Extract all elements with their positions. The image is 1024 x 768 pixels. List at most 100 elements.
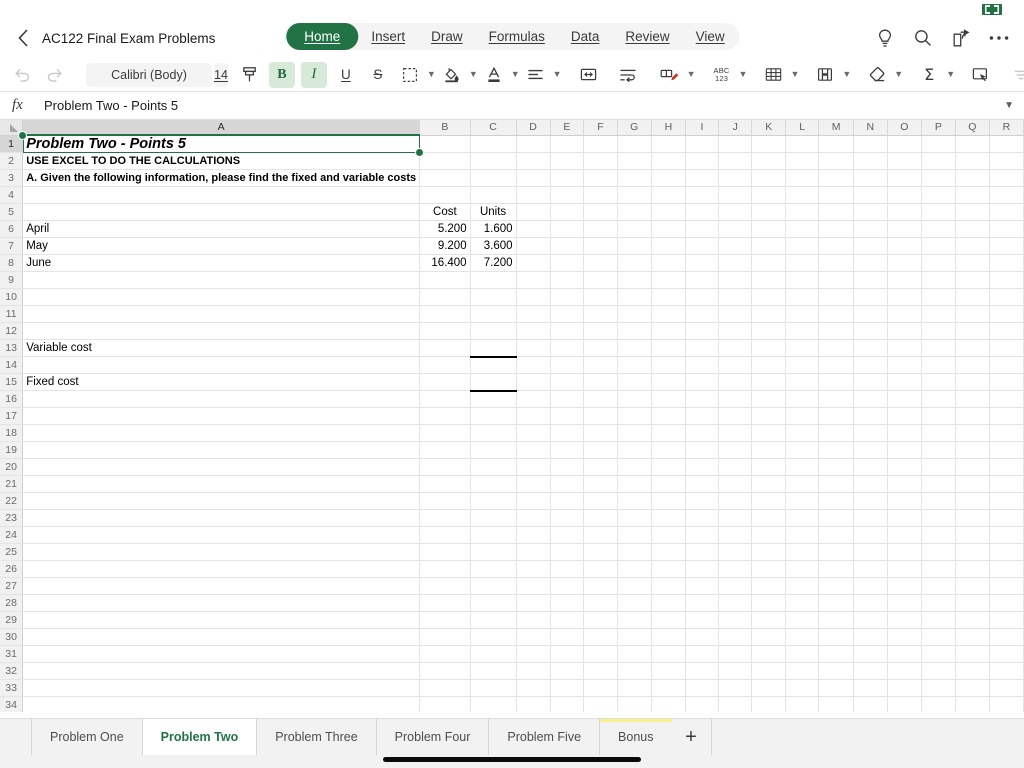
cell-C34[interactable]	[470, 696, 517, 712]
cell-A32[interactable]	[22, 662, 421, 680]
cell-A20[interactable]	[22, 458, 421, 476]
cell-P14[interactable]	[921, 356, 956, 374]
cell-M25[interactable]	[818, 543, 854, 561]
cell-D25[interactable]	[516, 543, 551, 561]
cell-P7[interactable]	[921, 237, 956, 255]
cell-O19[interactable]	[887, 441, 923, 459]
cell-J23[interactable]	[718, 509, 753, 527]
cell-G1[interactable]	[617, 135, 652, 153]
cell-B1[interactable]	[419, 135, 471, 153]
cell-K21[interactable]	[751, 475, 787, 493]
cell-R21[interactable]	[989, 475, 1024, 493]
cell-D20[interactable]	[516, 458, 551, 476]
cell-B15[interactable]	[419, 373, 471, 391]
cell-M7[interactable]	[818, 237, 854, 255]
insert-cells-icon[interactable]	[812, 62, 838, 88]
cell-P8[interactable]	[921, 254, 956, 272]
cell-Q11[interactable]	[955, 305, 990, 323]
cell-K15[interactable]	[751, 373, 787, 391]
cell-I7[interactable]	[685, 237, 720, 255]
cell-G22[interactable]	[617, 492, 652, 510]
cell-K4[interactable]	[751, 186, 787, 204]
cell-H3[interactable]	[651, 169, 686, 187]
cell-D14[interactable]	[516, 356, 551, 374]
cell-A28[interactable]	[22, 594, 421, 612]
column-header-m[interactable]: M	[818, 120, 854, 136]
cell-I18[interactable]	[685, 424, 720, 442]
cell-K25[interactable]	[751, 543, 787, 561]
cell-A16[interactable]	[22, 390, 421, 408]
cell-D8[interactable]	[516, 254, 551, 272]
format-painter-icon[interactable]	[237, 62, 263, 88]
cell-A7[interactable]: May	[22, 237, 421, 255]
cell-N15[interactable]	[853, 373, 888, 391]
cell-O8[interactable]	[887, 254, 923, 272]
cell-L19[interactable]	[785, 441, 820, 459]
row-header-24[interactable]: 24	[0, 526, 24, 544]
cell-E2[interactable]	[550, 152, 585, 170]
cell-N10[interactable]	[853, 288, 888, 306]
cell-L30[interactable]	[785, 628, 820, 646]
cell-K12[interactable]	[751, 322, 787, 340]
cell-R32[interactable]	[989, 662, 1024, 680]
cell-E32[interactable]	[550, 662, 585, 680]
cell-K29[interactable]	[751, 611, 787, 629]
font-size-field[interactable]: 14	[214, 62, 228, 87]
cell-R34[interactable]	[989, 696, 1024, 712]
cell-K18[interactable]	[751, 424, 787, 442]
sheet-tab-problem-one[interactable]: Problem One	[31, 719, 143, 755]
cell-R13[interactable]	[989, 339, 1024, 357]
cell-M17[interactable]	[818, 407, 854, 425]
cell-M32[interactable]	[818, 662, 854, 680]
cell-L6[interactable]	[785, 220, 820, 238]
cell-I32[interactable]	[685, 662, 720, 680]
cell-R16[interactable]	[989, 390, 1024, 408]
row-header-11[interactable]: 11	[0, 305, 24, 323]
cell-Q34[interactable]	[955, 696, 990, 712]
font-name-field[interactable]: Calibri (Body)	[86, 62, 212, 87]
row-header-33[interactable]: 33	[0, 679, 24, 697]
cell-K22[interactable]	[751, 492, 787, 510]
cell-E1[interactable]	[550, 135, 585, 153]
wrap-text-icon[interactable]	[615, 62, 641, 88]
cell-J5[interactable]	[718, 203, 753, 221]
cell-B19[interactable]	[419, 441, 471, 459]
cell-B29[interactable]	[419, 611, 471, 629]
cell-Q10[interactable]	[955, 288, 990, 306]
tab-draw[interactable]: Draw	[418, 23, 476, 50]
selection-handle-top[interactable]	[18, 130, 28, 140]
cell-G12[interactable]	[617, 322, 652, 340]
row-header-31[interactable]: 31	[0, 645, 24, 663]
cell-I9[interactable]	[685, 271, 720, 289]
cell-L2[interactable]	[785, 152, 820, 170]
cell-O27[interactable]	[887, 577, 923, 595]
cell-A13[interactable]: Variable cost	[22, 339, 421, 357]
cell-O2[interactable]	[887, 152, 923, 170]
cell-C18[interactable]	[470, 424, 517, 442]
cell-F31[interactable]	[583, 645, 618, 663]
cell-N5[interactable]	[853, 203, 888, 221]
cell-D16[interactable]	[516, 390, 551, 408]
cell-N18[interactable]	[853, 424, 888, 442]
cell-I25[interactable]	[685, 543, 720, 561]
cell-R24[interactable]	[989, 526, 1024, 544]
cell-N3[interactable]	[853, 169, 888, 187]
cell-J6[interactable]	[718, 220, 753, 238]
cell-M10[interactable]	[818, 288, 854, 306]
sheet-tab-problem-four[interactable]: Problem Four	[377, 719, 490, 755]
cell-O9[interactable]	[887, 271, 923, 289]
row-header-29[interactable]: 29	[0, 611, 24, 629]
cell-D15[interactable]	[516, 373, 551, 391]
chevron-down-icon[interactable]: ▼	[511, 70, 520, 79]
cell-I5[interactable]	[685, 203, 720, 221]
cell-H29[interactable]	[651, 611, 686, 629]
cell-F18[interactable]	[583, 424, 618, 442]
cell-D29[interactable]	[516, 611, 551, 629]
cell-F10[interactable]	[583, 288, 618, 306]
sheet-tab-bonus[interactable]: Bonus	[600, 719, 672, 755]
cell-H28[interactable]	[651, 594, 686, 612]
cell-J3[interactable]	[718, 169, 753, 187]
cell-I22[interactable]	[685, 492, 720, 510]
cell-B24[interactable]	[419, 526, 471, 544]
cell-R15[interactable]	[989, 373, 1024, 391]
